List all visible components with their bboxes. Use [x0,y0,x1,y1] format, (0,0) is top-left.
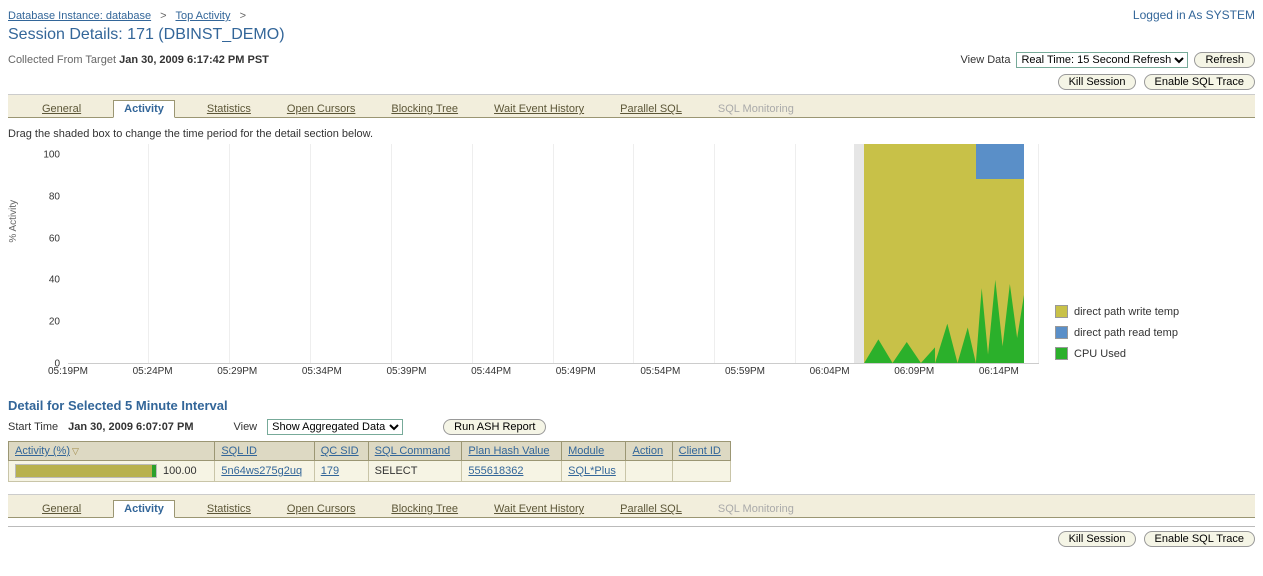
sort-desc-icon: ▽ [72,446,79,456]
x-ticks: 05:19PM05:24PM 05:29PM05:34PM 05:39PM05:… [68,366,1039,384]
breadcrumb-bar: Database Instance: database > Top Activi… [8,8,1255,22]
swatch-cpu-used [1055,347,1068,360]
tab-sql-monitoring-bottom: SQL Monitoring [714,501,798,517]
view-data-select[interactable]: Real Time: 15 Second Refresh [1016,52,1188,68]
y-ticks: 0 20 40 60 80 100 [34,144,64,364]
y-axis-title: % Activity [8,200,19,243]
table-row: 100.00 5n64ws275g2uq 179 SELECT 55561836… [9,461,731,482]
activity-chart[interactable]: % Activity 0 20 40 60 80 100 [34,144,1255,384]
run-ash-report-button[interactable]: Run ASH Report [443,419,546,435]
tab-open-cursors-bottom[interactable]: Open Cursors [283,501,359,517]
breadcrumb-db-instance[interactable]: Database Instance: database [8,10,151,22]
collected-from-target: Collected From Target Jan 30, 2009 6:17:… [8,54,269,66]
tabstrip-bottom: General Activity Statistics Open Cursors… [8,494,1255,518]
plan-hash-link[interactable]: 555618362 [468,465,523,477]
page-title: Session Details: 171 (DBINST_DEMO) [8,26,1255,44]
tab-open-cursors[interactable]: Open Cursors [283,101,359,117]
tabstrip-top: General Activity Statistics Open Cursors… [8,94,1255,118]
col-sql-command[interactable]: SQL Command [368,442,462,461]
tab-general[interactable]: General [38,101,85,117]
kill-session-button-bottom[interactable]: Kill Session [1058,531,1137,547]
tab-sql-monitoring: SQL Monitoring [714,101,798,117]
detail-section-title: Detail for Selected 5 Minute Interval [8,398,1255,413]
collected-label: Collected From Target [8,54,116,66]
tab-blocking-tree[interactable]: Blocking Tree [387,101,462,117]
tab-parallel-sql-bottom[interactable]: Parallel SQL [616,501,686,517]
collected-timestamp: Jan 30, 2009 6:17:42 PM PST [119,54,269,66]
detail-view-select[interactable]: Show Aggregated Data [267,419,403,435]
action-cell [626,461,672,482]
kill-session-button[interactable]: Kill Session [1058,74,1137,90]
tab-activity-bottom[interactable]: Activity [113,500,175,518]
enable-sql-trace-button[interactable]: Enable SQL Trace [1144,74,1255,90]
tab-statistics-bottom[interactable]: Statistics [203,501,255,517]
swatch-read-temp [1055,326,1068,339]
chart-legend: direct path write temp direct path read … [1039,144,1255,384]
breadcrumb-sep-1: > [160,10,166,22]
activity-bar [15,464,157,478]
drag-instruction: Drag the shaded box to change the time p… [8,128,1255,140]
col-activity[interactable]: Activity (%)▽ [9,442,215,461]
tab-parallel-sql[interactable]: Parallel SQL [616,101,686,117]
footer-separator [8,526,1255,527]
refresh-button[interactable]: Refresh [1194,52,1255,68]
start-time-value: Jan 30, 2009 6:07:07 PM [68,421,193,433]
swatch-write-temp [1055,305,1068,318]
col-qc-sid[interactable]: QC SID [314,442,368,461]
logged-in-label: Logged in As SYSTEM [1133,8,1255,22]
col-action[interactable]: Action [626,442,672,461]
col-module[interactable]: Module [562,442,626,461]
detail-view-label: View [233,421,257,433]
enable-sql-trace-button-bottom[interactable]: Enable SQL Trace [1144,531,1255,547]
module-link[interactable]: SQL*Plus [568,465,616,477]
sql-command-cell: SELECT [368,461,462,482]
tab-wait-event-history[interactable]: Wait Event History [490,101,588,117]
tab-wait-event-history-bottom[interactable]: Wait Event History [490,501,588,517]
detail-table: Activity (%)▽ SQL ID QC SID SQL Command … [8,441,731,482]
tab-statistics[interactable]: Statistics [203,101,255,117]
activity-pct: 100.00 [163,465,197,477]
tab-blocking-tree-bottom[interactable]: Blocking Tree [387,501,462,517]
col-client-id[interactable]: Client ID [672,442,731,461]
qc-sid-link[interactable]: 179 [321,465,339,477]
breadcrumb-sep-2: > [240,10,246,22]
tab-activity[interactable]: Activity [113,100,175,118]
start-time-label: Start Time [8,421,58,433]
plot-area[interactable] [68,144,1039,364]
breadcrumb-top-activity[interactable]: Top Activity [175,10,230,22]
client-id-cell [672,461,731,482]
col-sql-id[interactable]: SQL ID [215,442,314,461]
sql-id-link[interactable]: 5n64ws275g2uq [221,465,302,477]
tab-general-bottom[interactable]: General [38,501,85,517]
col-plan-hash[interactable]: Plan Hash Value [462,442,562,461]
view-data-label: View Data [961,54,1011,66]
